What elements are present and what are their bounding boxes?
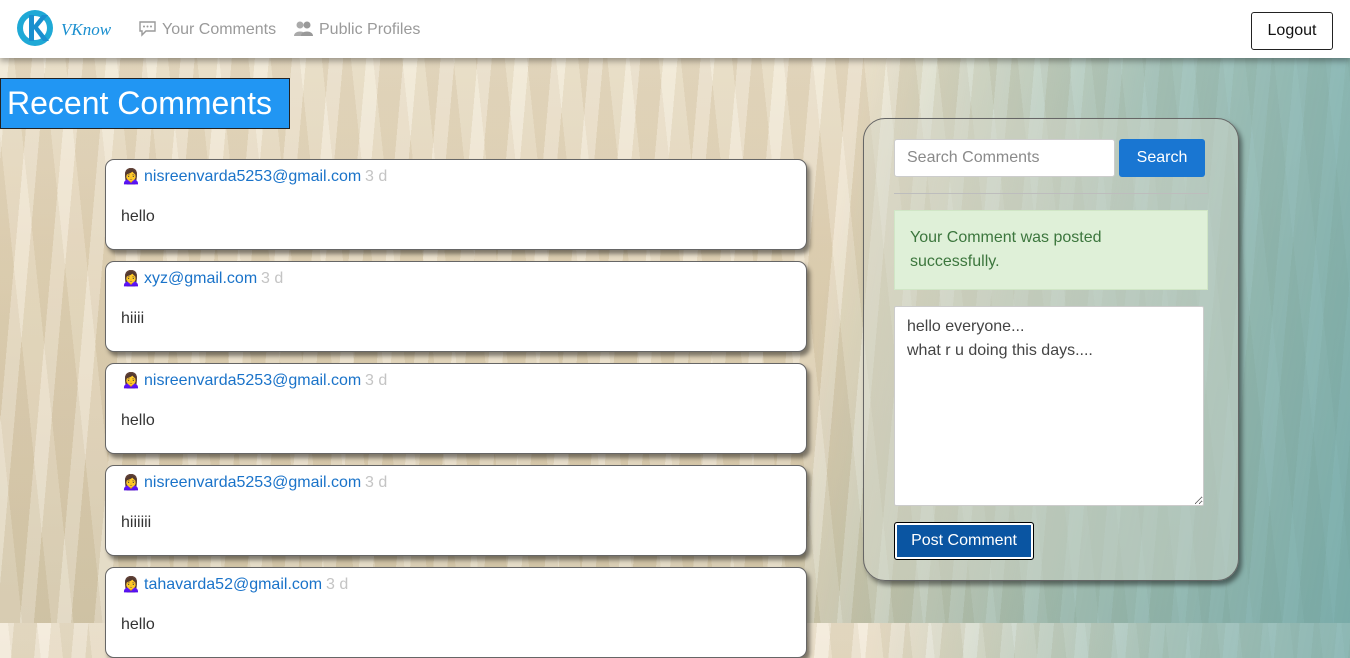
comment-time: 3 d <box>326 576 349 593</box>
success-alert: Your Comment was posted successfully. <box>894 210 1208 290</box>
comment-card: 🙍‍♀️ xyz@gmail.com 3 d hiiii <box>105 261 807 352</box>
comment-card: 🙍‍♀️ tahavarda52@gmail.com 3 d hello <box>105 567 807 658</box>
comment-author-link[interactable]: nisreenvarda5253@gmail.com <box>144 372 361 390</box>
nav-your-comments[interactable]: Your Comments <box>138 20 276 39</box>
comment-time: 3 d <box>365 168 388 185</box>
chat-bubble-icon <box>139 21 156 37</box>
comment-text: hello <box>121 412 155 429</box>
comment-text: hello <box>121 616 155 633</box>
users-icon <box>294 21 313 36</box>
user-avatar-icon: 🙍‍♀️ <box>121 474 141 491</box>
search-button[interactable]: Search <box>1119 139 1205 177</box>
logout-button[interactable]: Logout <box>1251 12 1333 50</box>
divider <box>894 193 1208 194</box>
comment-text: hello <box>121 208 155 225</box>
vknow-logo-icon[interactable] <box>16 9 58 47</box>
navbar: VKnow Your Comments Public Profiles Logo… <box>0 0 1350 58</box>
comment-author-link[interactable]: nisreenvarda5253@gmail.com <box>144 168 361 186</box>
comment-text: hiiii <box>121 310 145 327</box>
comment-time: 3 d <box>365 474 388 491</box>
comment-time: 3 d <box>365 372 388 389</box>
search-comments-input[interactable] <box>894 139 1115 177</box>
brand-name[interactable]: VKnow <box>61 20 111 40</box>
page-title: Recent Comments <box>0 78 290 129</box>
comment-textarea[interactable] <box>894 306 1204 506</box>
nav-your-comments-label: Your Comments <box>162 21 277 38</box>
user-avatar-icon: 🙍‍♀️ <box>121 168 141 185</box>
comment-sidebar: Search Your Comment was posted successfu… <box>863 118 1239 581</box>
comment-author-link[interactable]: tahavarda52@gmail.com <box>144 576 322 594</box>
user-avatar-icon: 🙍‍♀️ <box>121 576 141 593</box>
comment-author-link[interactable]: xyz@gmail.com <box>144 270 257 288</box>
nav-public-profiles[interactable]: Public Profiles <box>293 20 420 39</box>
comment-author-link[interactable]: nisreenvarda5253@gmail.com <box>144 474 361 492</box>
nav-public-profiles-label: Public Profiles <box>319 21 421 38</box>
comment-text: hiiiiii <box>121 514 152 531</box>
post-comment-button[interactable]: Post Comment <box>894 522 1034 560</box>
user-avatar-icon: 🙍‍♀️ <box>121 372 141 389</box>
user-avatar-icon: 🙍‍♀️ <box>121 270 141 287</box>
comment-time: 3 d <box>261 270 284 287</box>
comment-card: 🙍‍♀️ nisreenvarda5253@gmail.com 3 d hell… <box>105 363 807 454</box>
comment-card: 🙍‍♀️ nisreenvarda5253@gmail.com 3 d hiii… <box>105 465 807 556</box>
comment-card: 🙍‍♀️ nisreenvarda5253@gmail.com 3 d hell… <box>105 159 807 250</box>
